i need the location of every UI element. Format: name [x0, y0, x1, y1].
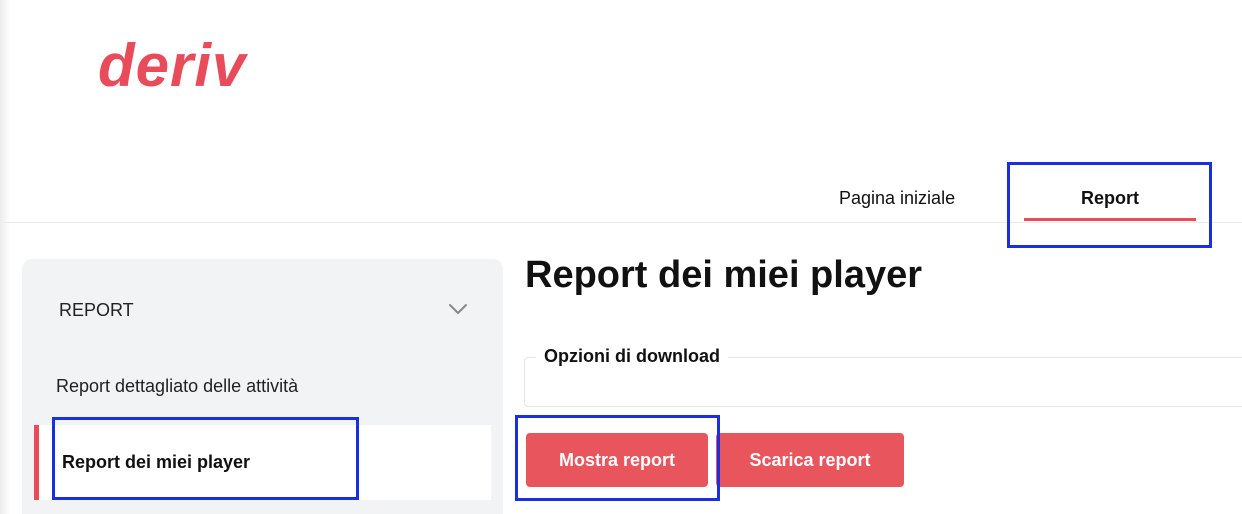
left-edge-shadow — [0, 0, 10, 514]
page-title: Report dei miei player — [525, 254, 923, 296]
sidebar-item-my-players-report[interactable]: Report dei miei player — [34, 425, 491, 500]
chevron-down-icon[interactable] — [447, 301, 469, 317]
download-options-label: Opzioni di download — [536, 346, 728, 367]
sidebar-item-detailed-activity-report[interactable]: Report dettagliato delle attività — [56, 376, 298, 397]
sidebar-item-label: Report dei miei player — [62, 452, 251, 472]
nav-tab-home[interactable]: Pagina iniziale — [839, 188, 955, 209]
deriv-logo[interactable]: deriv — [96, 30, 266, 96]
active-item-indicator — [34, 425, 39, 500]
nav-tab-report[interactable]: Report — [1024, 188, 1196, 209]
show-report-button[interactable]: Mostra report — [526, 433, 708, 487]
page: deriv Pagina iniziale Report REPORT Repo… — [0, 0, 1242, 514]
sidebar-section-heading[interactable]: REPORT — [59, 300, 134, 321]
top-navigation: Pagina iniziale Report — [0, 160, 1242, 223]
download-report-button[interactable]: Scarica report — [716, 433, 904, 487]
sidebar: REPORT Report dettagliato delle attività… — [22, 259, 503, 514]
active-tab-underline — [1024, 218, 1196, 221]
svg-text:deriv: deriv — [98, 32, 249, 96]
